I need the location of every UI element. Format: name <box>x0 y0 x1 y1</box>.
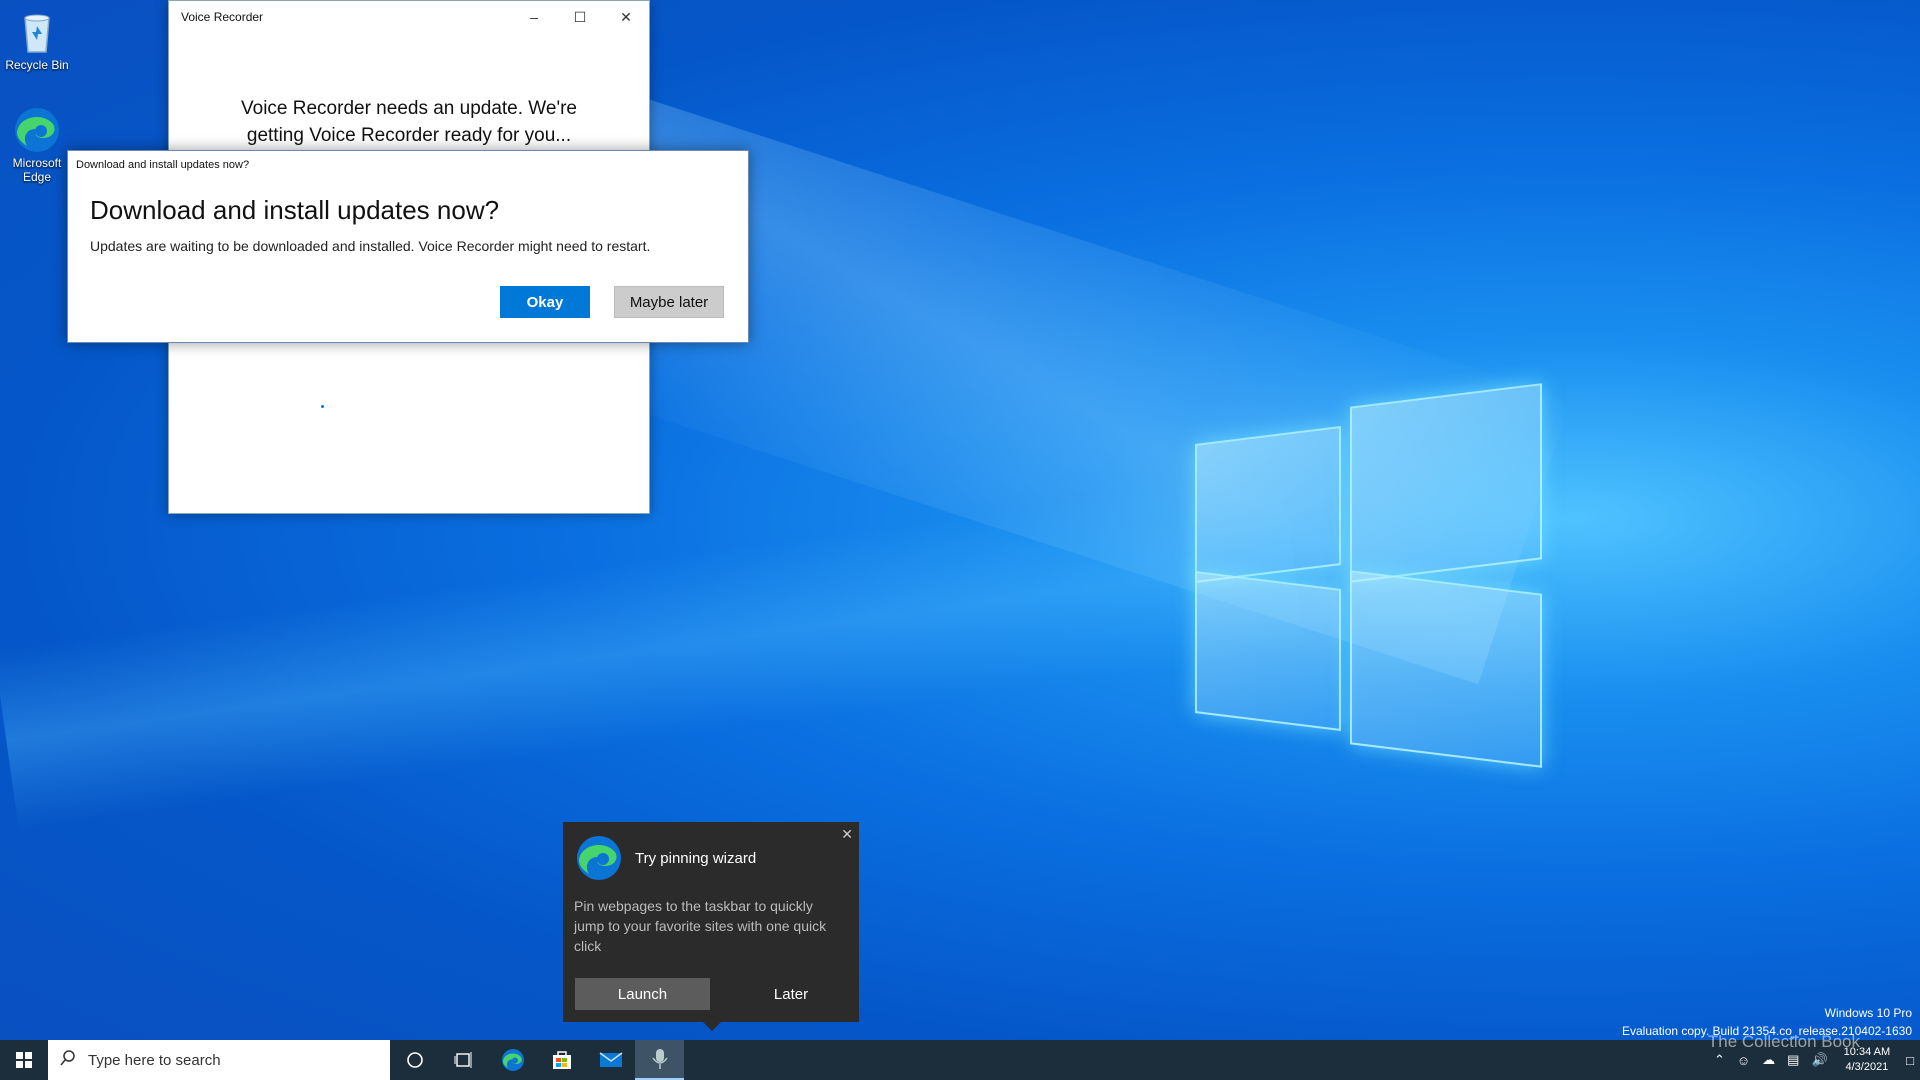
network-icon[interactable]: ▤ <box>1787 1052 1799 1068</box>
search-placeholder: Type here to search <box>88 1051 221 1069</box>
chevron-up-icon[interactable]: ⌃ <box>1714 1052 1725 1068</box>
okay-button[interactable]: Okay <box>500 286 590 318</box>
edge-taskbar-icon[interactable] <box>488 1040 537 1080</box>
launch-button[interactable]: Launch <box>575 978 710 1010</box>
maximize-icon[interactable]: ☐ <box>557 1 603 33</box>
volume-icon[interactable]: 🔊 <box>1811 1052 1827 1068</box>
collection-book-watermark: The Collection Book <box>1707 1032 1860 1051</box>
update-message: Voice Recorder needs an update. We're ge… <box>241 98 577 146</box>
toast-title: Try pinning wizard <box>635 850 757 867</box>
dialog-heading: Download and install updates now? <box>90 195 500 225</box>
edition-watermark: Windows 10 Pro <box>1824 1006 1912 1020</box>
notification-center-icon[interactable]: □ <box>1906 1053 1914 1068</box>
recycle-bin-icon <box>13 8 61 56</box>
taskbar: Type here to search ⌃ ☺ ☁ ▤ 🔊 10:34 AM 4… <box>0 1040 1920 1080</box>
start-button[interactable] <box>0 1040 48 1080</box>
cortana-icon[interactable] <box>390 1040 439 1080</box>
desktop-icon-microsoft-edge[interactable]: Microsoft Edge <box>0 106 77 184</box>
desktop-icon-label: Microsoft Edge <box>12 156 62 184</box>
windows-start-icon <box>16 1052 32 1068</box>
toast-body: Pin webpages to the taskbar to quickly j… <box>574 898 827 954</box>
clock-date: 4/3/2021 <box>1845 1061 1889 1073</box>
minimize-icon[interactable]: – <box>511 1 557 33</box>
edge-icon <box>13 106 61 154</box>
store-icon[interactable] <box>537 1040 586 1080</box>
task-view-icon[interactable] <box>439 1040 488 1080</box>
people-icon[interactable]: ☺ <box>1737 1053 1750 1068</box>
maybe-later-button[interactable]: Maybe later <box>614 286 724 318</box>
update-dialog: Download and install updates now? Downlo… <box>67 150 749 343</box>
dialog-body: Updates are waiting to be downloaded and… <box>90 238 651 254</box>
onedrive-icon[interactable]: ☁ <box>1762 1052 1775 1068</box>
later-button[interactable]: Later <box>741 978 841 1010</box>
loading-spinner <box>321 405 324 408</box>
mail-icon[interactable] <box>586 1040 635 1080</box>
close-icon[interactable]: ✕ <box>841 826 853 843</box>
desktop-icon-label: Recycle Bin <box>5 58 69 72</box>
toast-pointer <box>703 1022 721 1031</box>
desktop-icon-recycle-bin[interactable]: Recycle Bin <box>0 8 77 72</box>
light-beam <box>0 470 1307 830</box>
close-icon[interactable]: ✕ <box>603 1 649 33</box>
voice-recorder-taskbar-icon[interactable] <box>635 1040 684 1080</box>
search-icon <box>60 1049 76 1071</box>
taskbar-search-box[interactable]: Type here to search <box>48 1040 390 1080</box>
windows-logo-wallpaper <box>1190 380 1550 768</box>
dialog-title: Download and install updates now? <box>76 159 250 171</box>
edge-pinning-toast: ✕ Try pinning wizard Pin webpages to the… <box>563 822 859 1031</box>
edge-icon <box>575 834 623 882</box>
